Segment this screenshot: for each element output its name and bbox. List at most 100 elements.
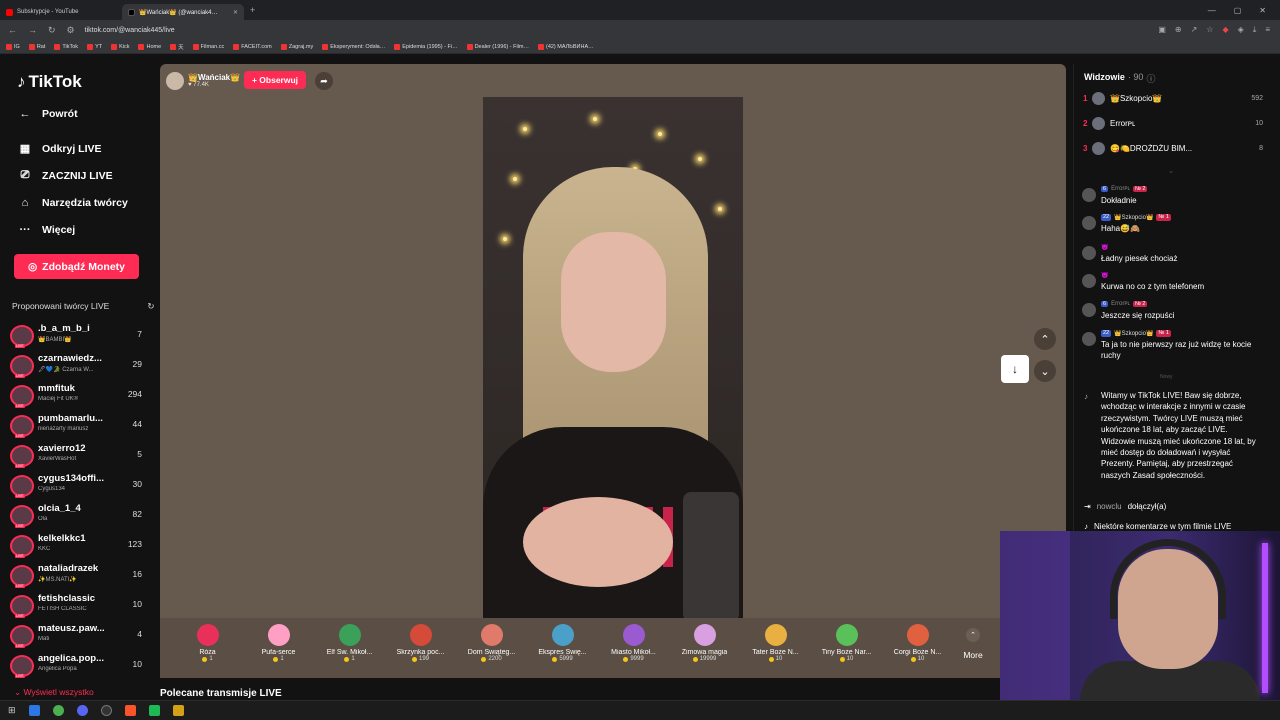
creator-item[interactable]: LIVE mateusz.paw... Mati 4 xyxy=(10,623,144,649)
creator-item[interactable]: LIVE kelkelkkc1 KKC 123 xyxy=(10,533,144,559)
browser-tab-youtube[interactable]: Subskrypcje - YouTube xyxy=(0,4,122,20)
creator-item[interactable]: LIVE olcia_1_4 Ola 82 xyxy=(10,503,144,529)
bookmark-favicon-icon xyxy=(192,43,199,50)
chrome-icon[interactable] xyxy=(52,705,64,716)
bookmark-item[interactable]: Kick xyxy=(111,43,129,50)
forward-icon[interactable]: → xyxy=(28,25,37,36)
gift-item[interactable]: Tater Boże N... 10 xyxy=(740,618,811,678)
creator-item[interactable]: LIVE cygus134offi... Cygus134 30 xyxy=(10,473,144,499)
bookmark-item[interactable]: Rat xyxy=(28,43,45,50)
close-tab-icon[interactable]: ✕ xyxy=(233,9,238,16)
gift-item[interactable]: Ekspres Świę... 5999 xyxy=(527,618,598,678)
windows-start-icon[interactable]: ⊞ xyxy=(8,705,16,716)
bookmark-item[interactable]: Filman.cc xyxy=(192,43,224,50)
obs-icon[interactable] xyxy=(100,705,112,716)
minimize-button[interactable]: — xyxy=(1208,6,1216,15)
avatar xyxy=(1082,246,1096,260)
scroll-down-button[interactable]: ↓ xyxy=(1001,355,1029,383)
creator-item[interactable]: LIVE angelica.pop... Angelica Popa 10 xyxy=(10,653,144,679)
bookmark-star-icon[interactable]: ☆ xyxy=(1206,25,1213,35)
new-tab-button[interactable]: + xyxy=(250,5,255,15)
download-icon[interactable]: ⤓ xyxy=(1253,25,1257,35)
next-stream-button[interactable]: ⌄ xyxy=(1034,360,1056,382)
bookmark-item[interactable]: YT xyxy=(87,43,102,50)
discord-icon[interactable] xyxy=(76,705,88,716)
bookmark-item[interactable]: Zagraj.my xyxy=(280,43,313,50)
nav-start-live[interactable]: ⎚ ZACZNIJ LIVE xyxy=(18,169,113,182)
phone xyxy=(683,492,739,619)
bookmark-item[interactable]: IG xyxy=(6,43,20,50)
gift-item[interactable]: Corgi Boże N... 10 xyxy=(882,618,953,678)
tiktok-favicon-icon xyxy=(128,8,135,16)
bookmark-item[interactable]: Eksperyment: Odsła… xyxy=(322,43,385,50)
gift-item[interactable]: Pufa-serce 1 xyxy=(243,618,314,678)
browser-tab-tiktok[interactable]: 👑Wańciak👑 (@wanciak4… ✕ xyxy=(122,4,244,20)
share-icon[interactable]: ↗ xyxy=(1191,25,1198,35)
top-viewer-item[interactable]: 3 😋🍋DROŻDŻU BIM... 8 xyxy=(1083,140,1263,156)
top-viewer-item[interactable]: 2 Errorᴘʟ 10 xyxy=(1083,115,1263,131)
creator-item[interactable]: LIVE .b_a_m_b_i 👑BAMBI👑 7 xyxy=(10,323,144,349)
explorer-icon[interactable] xyxy=(28,705,40,716)
streamer-name: 👑Wańciak👑 xyxy=(188,73,241,82)
creator-item[interactable]: LIVE fetishclassic FETISH CLASSIC 10 xyxy=(10,593,144,619)
maximize-button[interactable]: ▢ xyxy=(1234,6,1242,15)
chevron-down-icon[interactable]: ⌄ xyxy=(1168,167,1174,175)
show-all-link[interactable]: ⌄ Wyświetl wszystko xyxy=(14,687,94,698)
cast-icon[interactable]: ▣ xyxy=(1158,25,1166,35)
extension-icon[interactable]: ◈ xyxy=(1238,25,1244,35)
share-icon[interactable]: ➦ xyxy=(315,72,333,90)
creator-item[interactable]: LIVE nataliadrazek ✨MS.NATI✨ 16 xyxy=(10,563,144,589)
creator-item[interactable]: LIVE czarnawiedz... 🖋💙🐊 Czarna W... 29 xyxy=(10,353,144,379)
tiktok-logo[interactable]: ♪ TikTok xyxy=(17,72,82,92)
brave-shield-icon[interactable]: ◆ xyxy=(1222,25,1228,35)
zoom-icon[interactable]: ⊕ xyxy=(1175,25,1182,35)
info-icon[interactable]: ⓘ xyxy=(1146,72,1155,85)
top-viewer-item[interactable]: 1 👑Szkopcio👑 592 xyxy=(1083,90,1263,106)
refresh-icon[interactable]: ↻ xyxy=(147,301,154,312)
url-field[interactable]: tiktok.com/@wanciak445/live xyxy=(85,27,175,34)
bookmark-item[interactable]: Dealer (1996) - Film… xyxy=(466,43,529,50)
bookmark-favicon-icon xyxy=(138,43,145,50)
creator-item[interactable]: LIVE pumbamarlu... nienażarty mariusz 44 xyxy=(10,413,144,439)
bookmark-item[interactable]: (42) МАЛЬВИНА… xyxy=(537,43,594,50)
bookmark-item[interactable]: 天 xyxy=(170,43,184,51)
nav-back[interactable]: ← Powrót xyxy=(18,108,78,120)
back-icon[interactable]: ← xyxy=(8,25,17,36)
nav-creator-tools[interactable]: ⌂ Narzędzia twórcy xyxy=(18,197,128,209)
gift-item[interactable]: Róża 1 xyxy=(172,618,243,678)
follow-button[interactable]: + Obserwuj xyxy=(244,71,306,89)
previous-stream-button[interactable]: ⌃ xyxy=(1034,328,1056,350)
bookmark-item[interactable]: Epidemia (1995) - Fi… xyxy=(394,43,458,50)
avatar: LIVE xyxy=(10,325,34,348)
gift-item[interactable]: Skrzynka poc... 199 xyxy=(385,618,456,678)
bookmark-item[interactable]: TikTok xyxy=(54,43,78,50)
more-gifts-button[interactable]: ⌃ More xyxy=(961,628,985,668)
reload-icon[interactable]: ↻ xyxy=(48,25,56,36)
bookmark-item[interactable]: Home xyxy=(138,43,161,50)
gift-item[interactable]: Tiny Boże Nar... 10 xyxy=(811,618,882,678)
gift-item[interactable]: Elf Św. Mikoł... 1 xyxy=(314,618,385,678)
bookmark-favicon-icon xyxy=(111,43,118,50)
gift-item[interactable]: Miasto Mikoł... 9999 xyxy=(598,618,669,678)
avatar: LIVE xyxy=(10,415,34,438)
close-window-button[interactable]: ✕ xyxy=(1259,6,1266,15)
nav-discover-live[interactable]: ▦ Odkryj LIVE xyxy=(18,142,102,156)
app-icon[interactable] xyxy=(148,705,160,716)
app-icon[interactable] xyxy=(172,705,184,716)
bookmark-item[interactable]: FACEIT.com xyxy=(233,43,272,50)
nav-more[interactable]: ··· Więcej xyxy=(18,224,76,236)
get-coins-button[interactable]: ◎ Zdobądź Monety xyxy=(14,254,139,279)
emoji-badge-icon: 😈 xyxy=(1101,245,1109,251)
gift-icon xyxy=(906,624,929,646)
gift-item[interactable]: Zimowa magia 19999 xyxy=(669,618,740,678)
gift-item[interactable]: Dom Świąteg... 2200 xyxy=(456,618,527,678)
creator-item[interactable]: LIVE mmfituk Maciej Fit UK® 294 xyxy=(10,383,144,409)
brave-icon[interactable] xyxy=(124,705,136,716)
coin-icon xyxy=(411,656,417,662)
streamer-info[interactable]: 👑Wańciak👑 ♥ 77.4K xyxy=(166,70,240,91)
site-info-icon[interactable]: ⚙ xyxy=(67,25,75,36)
creator-item[interactable]: LIVE xavierro12 XavierWasHot 5 xyxy=(10,443,144,469)
video-player[interactable] xyxy=(483,97,743,619)
fairy-light xyxy=(718,207,722,211)
menu-icon[interactable]: ≡ xyxy=(1265,25,1270,35)
